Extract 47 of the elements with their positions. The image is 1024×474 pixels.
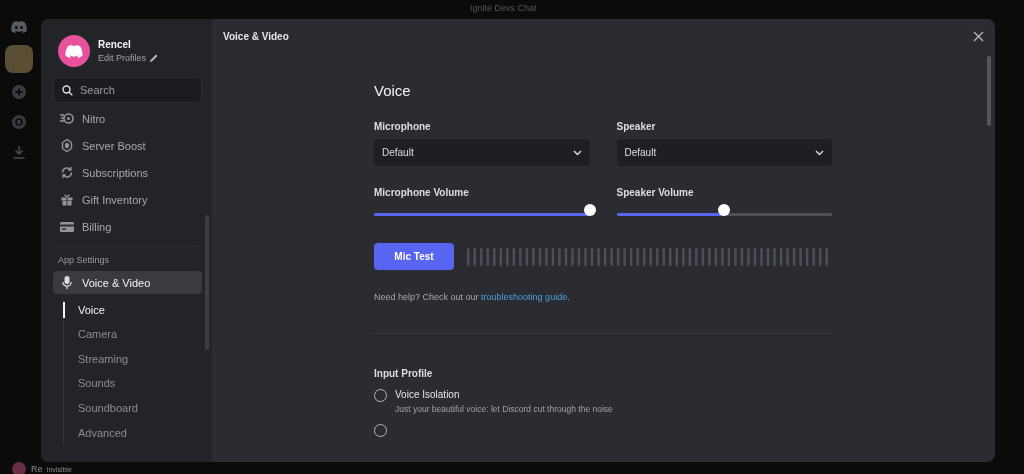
chevron-down-icon: [572, 149, 582, 156]
chevron-down-icon: [815, 149, 824, 156]
mic-test-button[interactable]: Mic Test: [374, 243, 454, 270]
field-label: Microphone: [374, 121, 432, 132]
option-label: Voice Isolation: [395, 389, 461, 400]
page-title: Voice & Video: [223, 31, 289, 42]
slider-thumb[interactable]: [718, 203, 731, 216]
sidebar-item[interactable]: Gift Inventory: [53, 188, 202, 211]
sidebar-item[interactable]: Subscriptions: [53, 161, 202, 184]
sidebar-subitem[interactable]: Streaming: [63, 346, 202, 372]
sidebar-item[interactable]: Nitro: [53, 107, 202, 130]
profile-avatar: [58, 35, 90, 67]
section-label: App Settings: [58, 255, 111, 265]
user-name: Re: [31, 463, 43, 474]
gift-icon: [60, 193, 74, 206]
search-icon: [62, 85, 73, 96]
discord-logo-icon[interactable]: [11, 21, 27, 33]
slider-thumb[interactable]: [583, 203, 596, 216]
search-field[interactable]: Search: [53, 77, 202, 103]
sidebar-subitem[interactable]: Sounds: [63, 371, 202, 396]
card-icon: [60, 221, 74, 232]
boost-gem-icon: [60, 139, 74, 152]
field-label: Speaker: [616, 121, 657, 132]
section-heading: Voice: [374, 82, 412, 99]
device-dropdown[interactable]: Default: [616, 139, 832, 166]
sidebar-subitem[interactable]: Voice: [63, 302, 202, 318]
channel-title: Ignite Devs Chat: [470, 3, 537, 13]
help-text: Need help? Check out our troubleshooting guide.: [374, 292, 571, 302]
sidebar-item[interactable]: Voice & Video: [53, 271, 202, 294]
profile-name: Rencel: [98, 39, 132, 50]
section-heading: Input Profile: [374, 368, 434, 379]
sidebar-item[interactable]: Server Boost: [53, 134, 202, 157]
edit-profiles-link[interactable]: Edit Profiles: [98, 53, 147, 63]
device-dropdown[interactable]: Default: [374, 139, 590, 166]
sidebar-subitem[interactable]: Advanced: [63, 420, 202, 445]
field-label: Speaker Volume: [616, 187, 695, 198]
microphone-icon: [60, 276, 74, 289]
sidebar-subitem[interactable]: Soundboard: [63, 395, 202, 421]
sidebar-item[interactable]: Billing: [53, 215, 202, 238]
pencil-icon[interactable]: [150, 54, 159, 62]
option-description: Just your beautiful voice: let Discord cut through the noise: [395, 404, 613, 414]
close-icon[interactable]: [973, 31, 984, 42]
field-label: Microphone Volume: [374, 187, 470, 198]
sidebar-subitem[interactable]: Camera: [63, 322, 202, 347]
user-avatar: [12, 462, 26, 474]
scrollbar-thumb[interactable]: [987, 56, 991, 126]
nitro-icon: [60, 113, 74, 124]
